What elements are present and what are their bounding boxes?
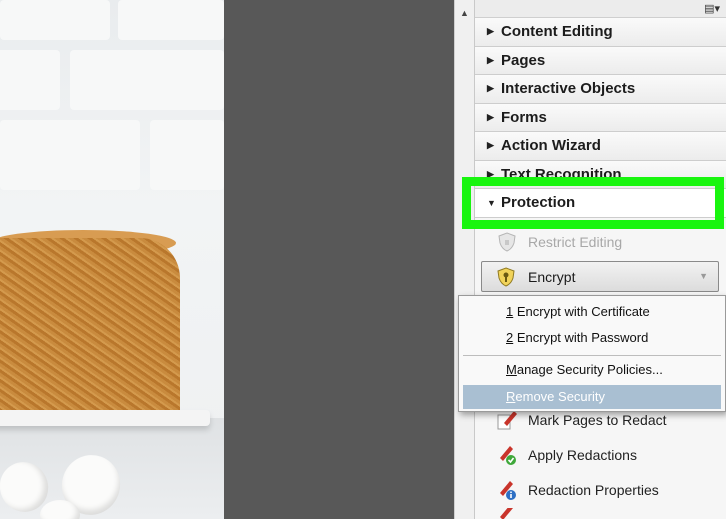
wall-brick (0, 0, 110, 40)
remove-security-item[interactable]: Remove Security (463, 385, 721, 409)
section-label: Content Editing (501, 23, 613, 41)
shield-lock-icon (496, 231, 518, 253)
shield-key-icon (496, 266, 518, 287)
encrypt-button[interactable]: Encrypt ▼ (481, 261, 719, 292)
section-interactive-objects[interactable]: ▶ Interactive Objects (475, 75, 726, 104)
redact-apply-icon (496, 444, 518, 466)
panel-header: ▤▾ (475, 0, 726, 18)
document-page (0, 0, 224, 519)
chevron-right-icon: ▶ (487, 111, 494, 122)
redact-info-icon (496, 479, 518, 501)
menu-item-label: emove Security (515, 389, 605, 404)
chevron-right-icon: ▶ (487, 140, 494, 151)
chevron-right-icon: ▶ (487, 26, 494, 37)
apply-redactions-tool[interactable]: Apply Redactions (474, 439, 726, 471)
chevron-right-icon: ▶ (487, 83, 494, 94)
chevron-down-icon: ▼ (699, 271, 708, 281)
panel-options-icon[interactable]: ▤▾ (704, 2, 720, 15)
mnemonic: R (506, 389, 516, 404)
section-content-editing[interactable]: ▶ Content Editing (475, 18, 726, 47)
redact-marker-icon (496, 409, 518, 431)
app-window: ▲ ▤▾ ▶ Content Editing ▶ Pages ▶ Interactiv… (0, 0, 726, 519)
cake-image (0, 238, 180, 418)
encrypt-with-password-item[interactable]: 2 Encrypt with Password (463, 326, 721, 350)
section-action-wizard[interactable]: ▶ Action Wizard (475, 132, 726, 161)
cake-plate (0, 410, 210, 426)
section-label: Action Wizard (501, 137, 601, 155)
menu-item-label: Encrypt with Certificate (513, 304, 650, 319)
document-scrollbar[interactable]: ▲ (454, 0, 474, 519)
wall-brick (70, 50, 224, 110)
section-label: Interactive Objects (501, 80, 636, 98)
section-label: Forms (501, 108, 547, 126)
manage-security-policies-item[interactable]: Manage Security Policies... (463, 358, 721, 382)
chevron-right-icon: ▶ (487, 54, 494, 65)
wall-brick (150, 120, 224, 190)
restrict-editing-label: Restrict Editing (528, 234, 623, 250)
menu-separator (463, 355, 721, 356)
redact-marker-icon (496, 508, 518, 519)
mnemonic: M (506, 362, 517, 377)
highlight-box (462, 177, 724, 229)
apply-redactions-label: Apply Redactions (528, 447, 637, 463)
redaction-properties-tool[interactable]: Redaction Properties (474, 474, 726, 506)
wall-brick (118, 0, 224, 40)
section-label: Pages (501, 51, 546, 69)
section-pages[interactable]: ▶ Pages (475, 46, 726, 75)
redaction-properties-label: Redaction Properties (528, 482, 659, 498)
wall-brick (0, 50, 60, 110)
section-forms[interactable]: ▶ Forms (475, 103, 726, 132)
wall-brick (0, 120, 140, 190)
menu-item-label: Encrypt with Password (513, 330, 649, 345)
restrict-editing-tool[interactable]: Restrict Editing (474, 226, 726, 258)
encrypt-with-certificate-item[interactable]: 1 Encrypt with Certificate (463, 300, 721, 324)
menu-item-label: anage Security Policies... (516, 362, 663, 377)
next-redaction-tool[interactable] (474, 508, 726, 519)
mark-pages-label: Mark Pages to Redact (528, 412, 667, 428)
encrypt-dropdown-menu: 1 Encrypt with Certificate 2 Encrypt wit… (458, 295, 726, 412)
encrypt-label: Encrypt (528, 268, 576, 285)
scroll-up-icon[interactable]: ▲ (455, 4, 474, 22)
